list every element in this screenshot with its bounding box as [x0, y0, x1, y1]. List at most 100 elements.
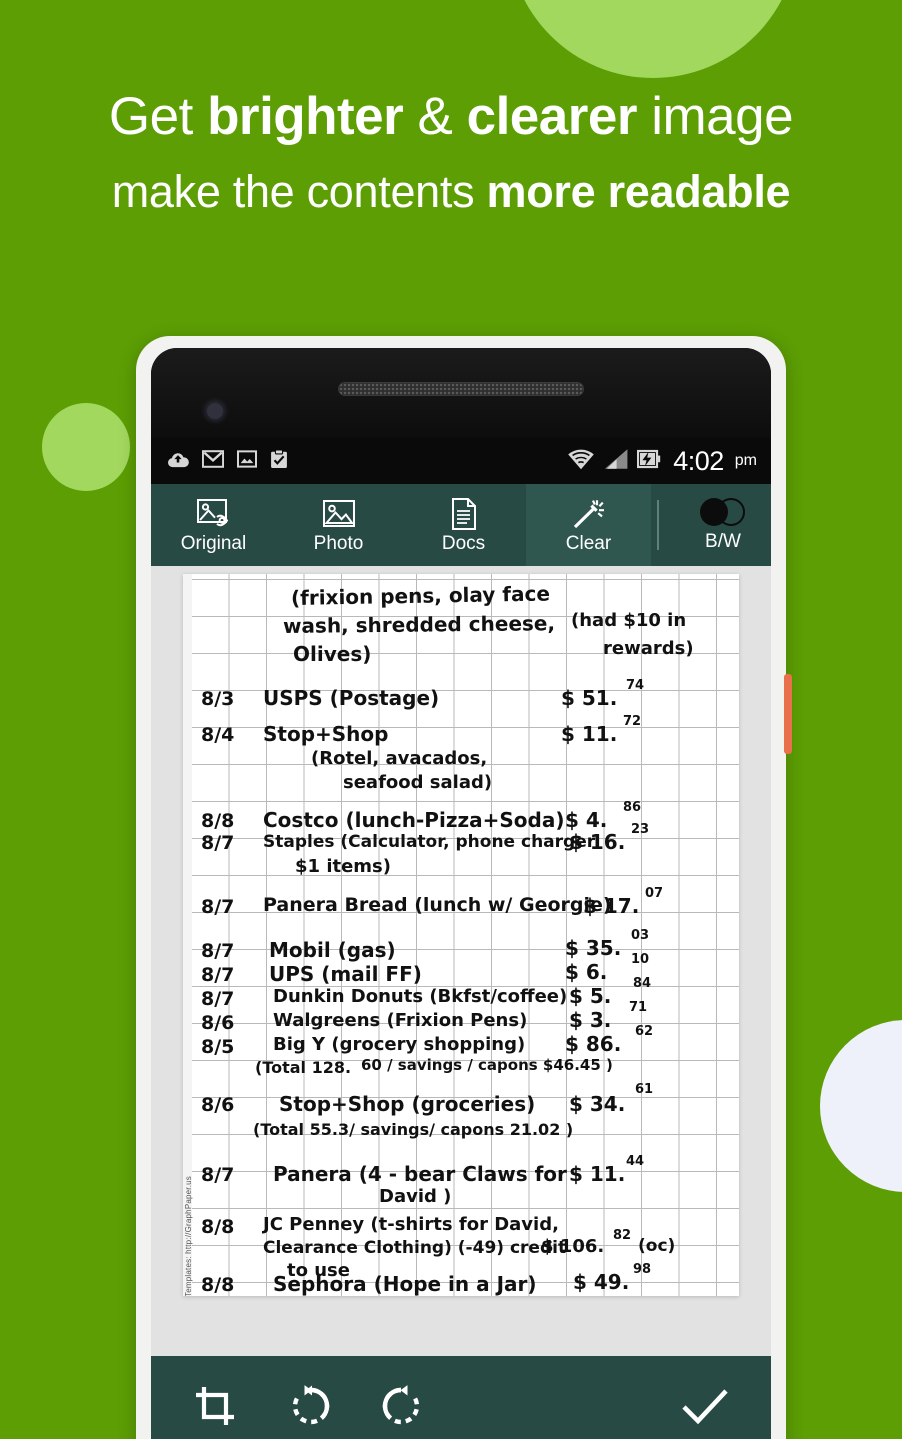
- ledger-amount-l16: $ 86.: [565, 1032, 622, 1056]
- ledger-desc-l13: UPS (mail FF): [269, 962, 422, 986]
- decorative-circle-top: [508, 0, 798, 78]
- headline-text-get: Get: [108, 87, 208, 146]
- ledger-amount-l23: $ 106.: [541, 1236, 605, 1257]
- image-icon: [237, 449, 257, 473]
- ledger-date-l9: 8/7: [201, 832, 235, 854]
- status-bar: 4:02 pm: [151, 438, 771, 484]
- signal-icon: [603, 448, 629, 475]
- power-button[interactable]: [784, 674, 792, 754]
- crop-button[interactable]: [193, 1384, 237, 1428]
- ledger-desc-l7: seafood salad): [343, 772, 493, 793]
- ledger-date-l22: 8/8: [201, 1216, 235, 1238]
- ledger-cents-l9: 23: [631, 822, 650, 837]
- ledger-date-l14: 8/7: [201, 988, 235, 1010]
- ledger-cents-l15: 71: [629, 1000, 648, 1015]
- ledger-tail-l23: (oc): [638, 1236, 676, 1256]
- ledger-desc-l2: wash, shredded cheese,: [282, 611, 556, 638]
- filter-tab-original-label: Original: [180, 533, 247, 554]
- headline-line-1: Get brighter & clearer image: [0, 90, 902, 143]
- status-bar-left-icons: [167, 448, 288, 474]
- ledger-desc-l10: $1 items): [295, 856, 391, 877]
- ledger-cents-l18: 61: [635, 1082, 654, 1097]
- image-preview-icon: [196, 497, 232, 531]
- ledger-sub-l17: 60 / savings / capons $46.45 ): [361, 1056, 613, 1074]
- document-icon: [450, 497, 478, 531]
- ledger-amount-l13: $ 6.: [565, 960, 608, 984]
- gmail-icon: [201, 449, 225, 473]
- done-button[interactable]: [679, 1384, 731, 1428]
- rotate-left-button[interactable]: [289, 1384, 333, 1428]
- edit-action-bar: [151, 1356, 771, 1439]
- rotate-right-icon: [382, 1385, 420, 1425]
- headline-bold-more-readable: more readable: [486, 166, 791, 217]
- filter-toolbar: Original Photo Docs Clear B/W: [151, 484, 771, 566]
- ledger-amount-l18: $ 34.: [569, 1092, 626, 1116]
- check-icon: [682, 1389, 728, 1425]
- ledger-desc-l9: Staples (Calculator, phone charger: [263, 832, 596, 852]
- ledger-note-l3: rewards): [603, 638, 694, 659]
- ledger-desc-l3: Olives): [293, 642, 372, 666]
- filter-tab-clear[interactable]: Clear: [526, 484, 651, 566]
- headline-bold-clearer: clearer: [466, 87, 638, 146]
- scanned-page: Templates: http://GraphPaper.us (frixion…: [183, 574, 739, 1296]
- filter-tab-original[interactable]: Original: [151, 484, 276, 566]
- ledger-cents-l14: 84: [633, 976, 652, 991]
- decorative-circle-right: [820, 1020, 902, 1192]
- cloud-upload-icon: [167, 449, 189, 474]
- ledger-desc-l18: Stop+Shop (groceries): [279, 1092, 536, 1116]
- toolbar-divider: [657, 500, 659, 550]
- ledger-cents-l5: 72: [623, 714, 642, 729]
- ledger-desc-l1: (frixion pens, olay face: [290, 581, 551, 610]
- ledger-cents-l16: 62: [635, 1024, 654, 1039]
- magic-wand-icon: [572, 497, 606, 531]
- ledger-date-l5: 8/4: [201, 724, 235, 746]
- ledger-note-l2: (had $10 in: [571, 610, 687, 631]
- ledger-desc-l19: (Total 55.3/ savings/ capons 21.02 ): [253, 1120, 574, 1139]
- phone-bottom-fill: [151, 1434, 771, 1439]
- filter-tab-clear-label: Clear: [565, 533, 612, 554]
- ledger-date-l18: 8/6: [201, 1094, 235, 1116]
- ledger-amount-l25: $ 49.: [573, 1270, 630, 1294]
- rotate-right-button[interactable]: [379, 1384, 423, 1428]
- ledger-desc-l22: JC Penney (t-shirts for David,: [263, 1214, 559, 1235]
- app-store-promo-screenshot: Get brighter & clearer image make the co…: [0, 0, 902, 1439]
- ledger-desc-l23: Clearance Clothing) (-49) credit: [263, 1238, 567, 1258]
- headline-text-image: image: [637, 87, 794, 146]
- ledger-amount-l12: $ 35.: [565, 936, 622, 960]
- ledger-amount-l11: $ 17.: [583, 894, 640, 918]
- battery-charging-icon: [637, 448, 661, 475]
- headline-text-amp: &: [403, 87, 467, 146]
- ledger-cents-l11: 07: [645, 886, 664, 901]
- ledger-desc-l5: Stop+Shop: [263, 722, 389, 746]
- rotate-left-icon: [292, 1385, 330, 1425]
- filter-tab-photo[interactable]: Photo: [276, 484, 401, 566]
- bw-circles-icon: [700, 497, 746, 526]
- handwritten-ledger: (frixion pens, olay face wash, shredded …: [183, 574, 739, 1296]
- ledger-desc-l14: Dunkin Donuts (Bkfst/coffee): [273, 986, 568, 1007]
- filter-tab-photo-label: Photo: [313, 533, 364, 554]
- ledger-amount-l20: $ 11.: [569, 1162, 626, 1186]
- ledger-cents-l20: 44: [626, 1154, 645, 1169]
- earpiece-speaker: [338, 382, 584, 396]
- crop-icon: [196, 1387, 234, 1425]
- ledger-amount-l8: $ 4.: [565, 808, 608, 832]
- status-bar-right-icons: 4:02 pm: [567, 446, 757, 477]
- ledger-desc-l20: Panera (4 - bear Claws for: [273, 1162, 567, 1186]
- bw-outline-circle: [717, 497, 745, 526]
- ledger-amount-l9: $ 16.: [569, 830, 626, 854]
- document-preview-area[interactable]: Templates: http://GraphPaper.us (frixion…: [151, 566, 771, 1356]
- clipboard-check-icon: [270, 448, 288, 474]
- ledger-date-l12: 8/7: [201, 940, 235, 962]
- ledger-desc-l15: Walgreens (Frixion Pens): [273, 1010, 528, 1031]
- ledger-date-l25: 8/8: [201, 1274, 235, 1296]
- ledger-cents-l25: 98: [633, 1262, 652, 1277]
- filter-tab-docs-label: Docs: [441, 533, 486, 554]
- bw-toggle[interactable]: B/W: [675, 484, 771, 566]
- filter-tab-docs[interactable]: Docs: [401, 484, 526, 566]
- ledger-cents-l4: 74: [626, 678, 645, 693]
- ledger-cents-l8: 86: [623, 800, 642, 815]
- ledger-amount-l5: $ 11.: [561, 722, 618, 746]
- ledger-date-l11: 8/7: [201, 896, 235, 918]
- ledger-date-l4: 8/3: [201, 688, 235, 710]
- ledger-date-l13: 8/7: [201, 964, 235, 986]
